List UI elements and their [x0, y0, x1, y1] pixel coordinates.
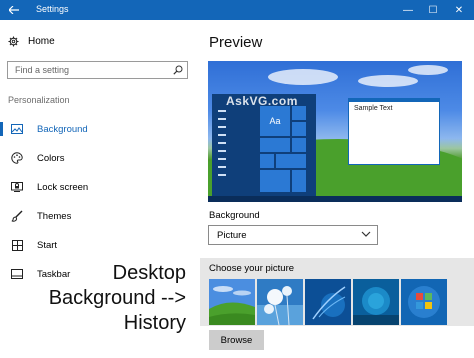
preview-tile [292, 170, 306, 192]
tile-label: Aa [269, 116, 281, 126]
sidebar-item-label: Start [37, 239, 58, 251]
thumbnail-bliss-hill[interactable] [209, 279, 255, 325]
picture-picker: Choose your picture [200, 258, 474, 326]
history-annotation: Desktop Background --> History [48, 261, 186, 336]
maximize-icon: ☐ [428, 4, 438, 16]
preview-tile-large: Aa [260, 106, 290, 136]
brush-icon [9, 210, 25, 222]
cloud [268, 69, 338, 85]
close-button[interactable]: ✕ [446, 0, 472, 20]
watermark: AskVG.com [226, 94, 298, 108]
annotation-line-1: Desktop [112, 262, 186, 284]
app-list [218, 110, 228, 182]
preview-tile [292, 106, 306, 120]
taskbar-icon [9, 269, 25, 279]
sidebar-item-start[interactable]: Start [0, 234, 196, 256]
annotation-line-2: Background --> [48, 287, 186, 309]
minimize-button[interactable]: — [395, 0, 421, 20]
sidebar-item-label: Themes [37, 210, 72, 222]
active-indicator [0, 122, 3, 136]
sidebar-item-label: Background [37, 123, 88, 135]
preview-taskbar [208, 196, 462, 202]
background-dropdown[interactable]: Picture [208, 225, 378, 245]
browse-button[interactable]: Browse [209, 330, 264, 350]
section-label: Personalization [8, 95, 70, 105]
choose-picture-label: Choose your picture [209, 263, 295, 274]
desktop-preview: Aa AskVG.com Sample Text [208, 61, 462, 202]
home-nav-item[interactable]: Home [8, 36, 55, 47]
close-icon: ✕ [454, 4, 464, 16]
cloud [408, 65, 448, 75]
dropdown-value: Picture [217, 230, 247, 241]
window-title: Settings [36, 4, 69, 14]
preview-tile [292, 122, 306, 136]
start-menu-preview: Aa [212, 94, 316, 200]
preview-tile [260, 138, 290, 152]
sidebar-item-colors[interactable]: Colors [0, 147, 196, 169]
thumbnail-blue-abstract[interactable] [353, 279, 399, 325]
background-label: Background [209, 210, 260, 221]
lock-screen-icon [9, 182, 25, 192]
maximize-button[interactable]: ☐ [420, 0, 446, 20]
picture-icon [9, 124, 25, 134]
search-icon[interactable] [173, 65, 183, 75]
palette-icon [9, 152, 25, 164]
title-bar: Settings — ☐ ✕ [0, 0, 474, 20]
preview-tile [260, 170, 290, 192]
back-button[interactable] [0, 0, 28, 20]
home-label: Home [28, 36, 55, 47]
preview-tile [292, 138, 306, 152]
minimize-icon: — [403, 4, 413, 16]
sidebar-item-lock-screen[interactable]: Lock screen [0, 176, 196, 198]
arrow-left-icon [9, 6, 19, 14]
thumbnail-blue-flower-glow[interactable] [305, 279, 351, 325]
sample-window: Sample Text [348, 98, 440, 165]
preview-tile [260, 154, 274, 168]
sample-window-text: Sample Text [354, 105, 393, 112]
preview-tile [276, 154, 306, 168]
sidebar-item-themes[interactable]: Themes [0, 205, 196, 227]
search-placeholder: Find a setting [15, 65, 70, 75]
thumbnail-dandelion[interactable] [257, 279, 303, 325]
cloud [358, 75, 418, 87]
search-box[interactable]: Find a setting [7, 61, 188, 79]
annotation-line-3: History [123, 312, 186, 334]
start-icon [9, 239, 25, 251]
gear-icon [8, 36, 19, 47]
chevron-down-icon [361, 231, 371, 237]
sidebar-item-label: Lock screen [37, 181, 89, 193]
sidebar-item-background[interactable]: Background [0, 118, 196, 140]
thumbnail-windows-7-logo[interactable] [401, 279, 447, 325]
sidebar-item-label: Colors [37, 152, 65, 164]
page-title: Preview [209, 34, 263, 51]
